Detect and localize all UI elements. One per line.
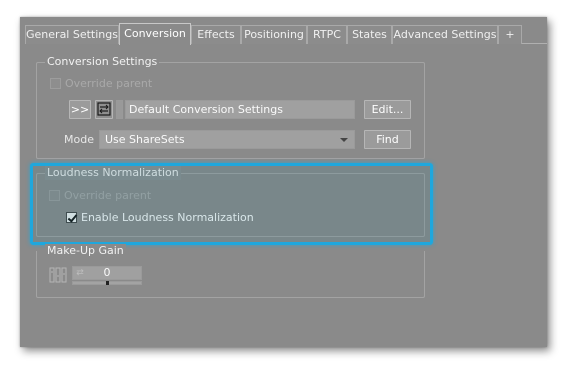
makeup-gain-title: Make-Up Gain <box>45 244 126 258</box>
tab-bar: General Settings Conversion Effects Posi… <box>25 23 547 45</box>
property-editor-window: General Settings Conversion Effects Posi… <box>20 17 547 347</box>
mode-label: Mode <box>64 133 94 146</box>
callout-highlight-box <box>30 163 433 245</box>
tab-states[interactable]: States <box>347 25 392 44</box>
mode-dropdown-value: Use ShareSets <box>105 133 185 146</box>
find-button[interactable]: Find <box>364 130 411 149</box>
rtpc-bars-icon <box>49 267 67 283</box>
makeup-gain-input[interactable]: ⇄ 0 <box>72 266 142 280</box>
tab-general-settings[interactable]: General Settings <box>25 25 119 44</box>
tab-advanced-settings[interactable]: Advanced Settings <box>392 25 498 44</box>
makeup-gain-slider[interactable] <box>72 281 142 285</box>
makeup-gain-slider-thumb[interactable] <box>106 281 109 285</box>
tab-rtpc[interactable]: RTPC <box>307 25 347 44</box>
makeup-gain-group: Make-Up Gain ⇄ 0 <box>36 244 425 298</box>
shareset-color-swatch <box>116 100 123 119</box>
conversion-override-parent-label: Override parent <box>65 77 153 90</box>
mode-dropdown[interactable]: Use ShareSets <box>99 130 355 149</box>
tab-effects[interactable]: Effects <box>191 25 241 44</box>
chevron-down-icon <box>340 138 348 142</box>
edit-button[interactable]: Edit... <box>364 100 411 119</box>
shareset-icon[interactable] <box>95 100 113 119</box>
add-tab-button[interactable]: + <box>498 25 522 44</box>
shareset-field[interactable]: Default Conversion Settings <box>125 100 355 119</box>
shareset-glyph-icon <box>97 102 111 116</box>
makeup-gain-value: 0 <box>103 266 111 279</box>
tab-positioning[interactable]: Positioning <box>241 25 307 44</box>
conversion-settings-group: Conversion Settings Override parent >> D… <box>36 55 425 159</box>
browse-shareset-button[interactable]: >> <box>69 100 91 119</box>
rtpc-link-icon[interactable] <box>49 266 69 284</box>
conversion-override-parent-checkbox[interactable] <box>50 78 61 89</box>
conversion-settings-title: Conversion Settings <box>45 55 160 69</box>
link-icon: ⇄ <box>76 268 84 278</box>
tab-conversion[interactable]: Conversion <box>119 23 191 45</box>
